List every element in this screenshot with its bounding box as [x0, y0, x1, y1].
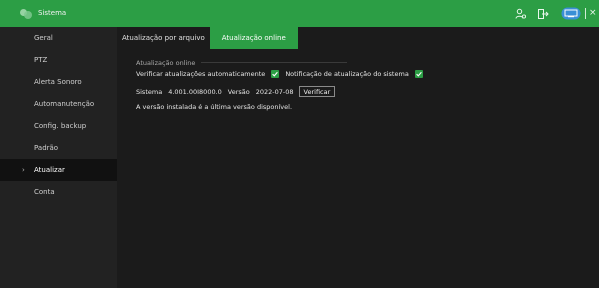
- sidebar-item-label: Atualizar: [34, 166, 65, 174]
- app-logo-icon: [20, 8, 32, 19]
- system-label: Sistema: [136, 87, 163, 96]
- title-bar: Sistema ×: [0, 0, 599, 27]
- verify-button[interactable]: Verificar: [298, 86, 336, 97]
- sidebar-item-conta[interactable]: Conta: [0, 181, 117, 203]
- sidebar-item-padrao[interactable]: Padrão: [0, 137, 117, 159]
- tab-file-update[interactable]: Atualização por arquivo: [117, 27, 210, 49]
- notify-label: Notificação de atualização do sistema: [285, 70, 409, 78]
- main-panel: Atualização por arquivo Atualização onli…: [117, 27, 599, 288]
- display-icon[interactable]: [561, 7, 581, 20]
- tab-online-update[interactable]: Atualização online: [209, 27, 298, 49]
- section-divider: [201, 62, 347, 63]
- sidebar-item-label: Automanutenção: [34, 100, 95, 108]
- sidebar-item-atualizar[interactable]: › Atualizar: [0, 159, 117, 181]
- section-title: Atualização online: [136, 59, 196, 67]
- chevron-right-icon: ›: [22, 166, 25, 174]
- sidebar-item-label: PTZ: [34, 56, 48, 64]
- sidebar-item-label: Alerta Sonoro: [34, 78, 82, 86]
- sidebar-item-automanutencao[interactable]: Automanutenção: [0, 93, 117, 115]
- notify-checkbox[interactable]: [414, 70, 423, 78]
- close-icon[interactable]: ×: [589, 7, 597, 19]
- sidebar-item-label: Config. backup: [34, 122, 87, 130]
- auto-check-checkbox[interactable]: [271, 70, 280, 78]
- auto-check-label: Verificar atualizações automaticamente: [136, 70, 266, 78]
- header-divider: [585, 8, 586, 19]
- sidebar: Geral PTZ Alerta Sonoro Automanutenção C…: [0, 27, 117, 288]
- user-icon[interactable]: [515, 8, 527, 20]
- checkmark-icon: [272, 71, 279, 77]
- system-version-row: Sistema 4.001.00I8000.0 Versão 2022-07-0…: [136, 86, 336, 97]
- version-label: Versão: [227, 87, 250, 96]
- sidebar-item-label: Geral: [34, 34, 53, 42]
- sidebar-item-ptz[interactable]: PTZ: [0, 49, 117, 71]
- status-message: A versão instalada é a última versão dis…: [136, 103, 293, 111]
- sidebar-item-label: Padrão: [34, 144, 59, 152]
- logout-icon[interactable]: [537, 8, 549, 20]
- update-options-row: Verificar atualizações automaticamente N…: [136, 70, 429, 78]
- version-value: 2022-07-08: [255, 87, 294, 96]
- system-window: Sistema × Geral PTZ Alerta Sonoro Automa…: [0, 0, 599, 288]
- system-value: 4.001.00I8000.0: [168, 87, 222, 96]
- app-title: Sistema: [38, 9, 67, 17]
- checkmark-icon: [416, 71, 422, 77]
- sidebar-item-alerta-sonoro[interactable]: Alerta Sonoro: [0, 71, 117, 93]
- sidebar-item-geral[interactable]: Geral: [0, 27, 117, 49]
- tab-bar: Atualização por arquivo Atualização onli…: [117, 27, 298, 49]
- sidebar-item-label: Conta: [34, 188, 55, 196]
- sidebar-item-config-backup[interactable]: Config. backup: [0, 115, 117, 137]
